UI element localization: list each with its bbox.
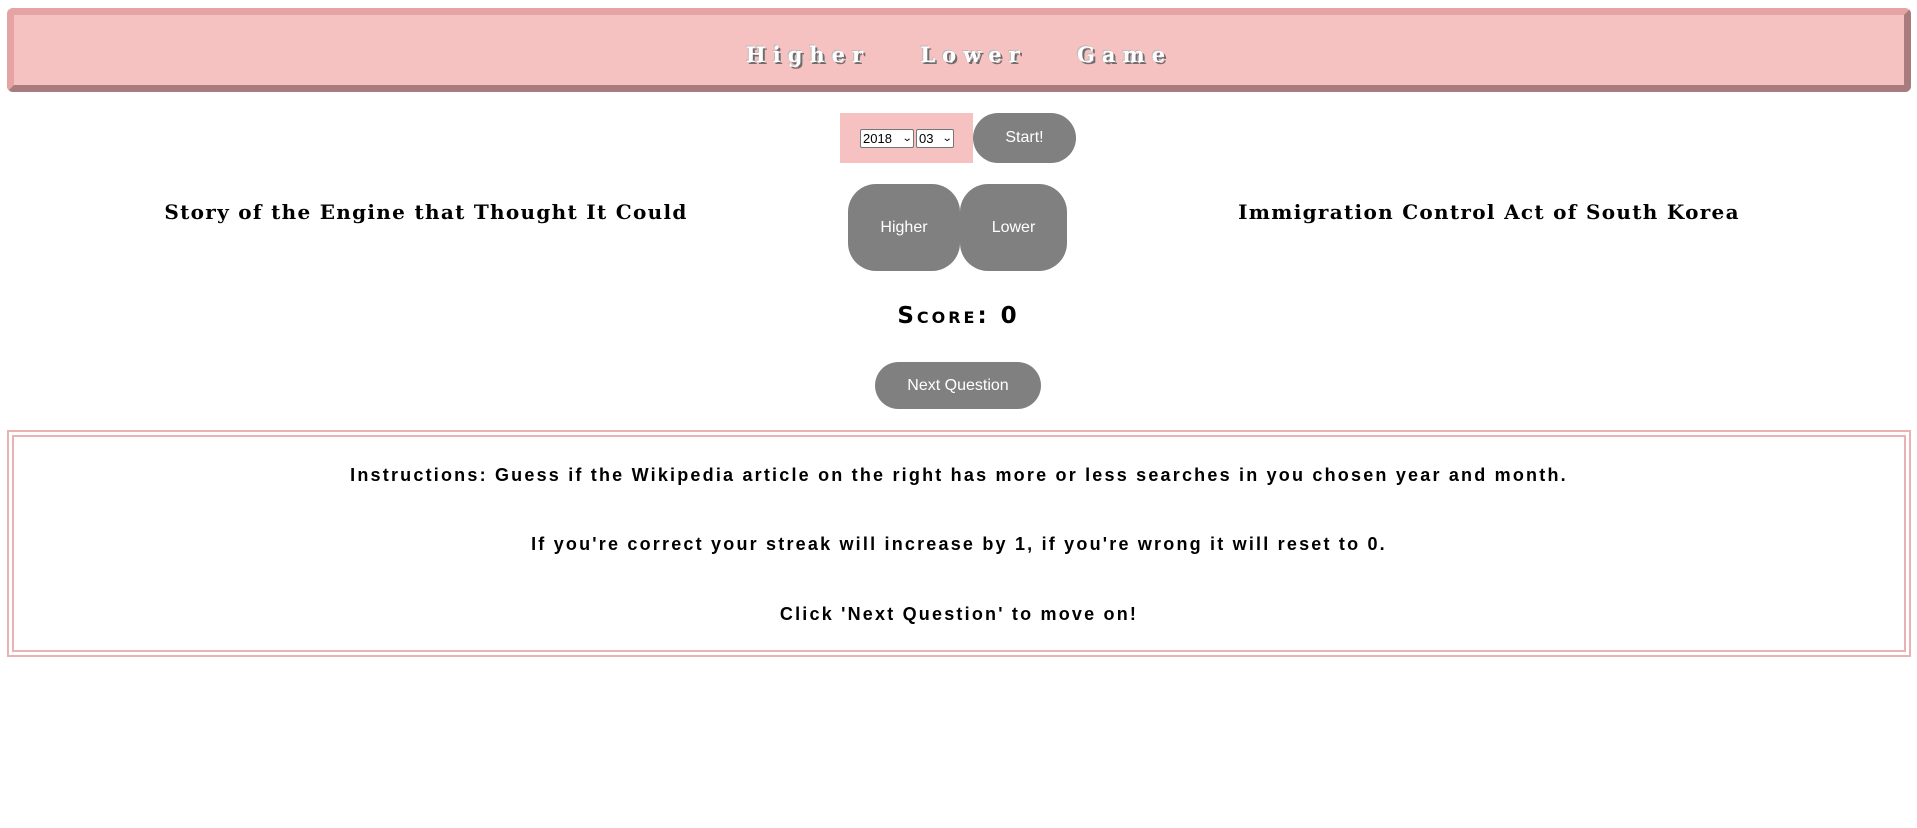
month-select[interactable]: 03 ⌄ [916, 129, 954, 148]
page-title: Higher Lower Game [745, 42, 1173, 67]
lower-button[interactable]: Lower [960, 184, 1067, 271]
higher-button[interactable]: Higher [848, 184, 960, 271]
score-display: Score: 0 [0, 303, 1917, 329]
year-select[interactable]: 2018 ⌄ [860, 129, 914, 148]
instructions-line-3: Click 'Next Question' to move on! [779, 604, 1139, 624]
left-article-title: Story of the Engine that Thought It Coul… [164, 200, 688, 224]
chevron-down-icon: ⌄ [941, 133, 953, 144]
year-select-value: 2018 [863, 131, 892, 146]
next-question-button[interactable]: Next Question [875, 362, 1041, 409]
month-select-value: 03 [919, 131, 934, 146]
score-text: Score: 0 [897, 303, 1020, 329]
instructions-line-2: If you're correct your streak will incre… [531, 534, 1387, 554]
chevron-down-icon: ⌄ [901, 133, 913, 144]
title-banner: Higher Lower Game [7, 8, 1911, 92]
date-picker: 2018 ⌄ 03 ⌄ [840, 113, 973, 163]
instructions-line-1: Instructions: Guess if the Wikipedia art… [350, 465, 1568, 485]
right-article-title: Immigration Control Act of South Korea [1238, 200, 1740, 224]
instructions-panel: Instructions: Guess if the Wikipedia art… [7, 430, 1911, 657]
start-button[interactable]: Start! [973, 113, 1076, 163]
